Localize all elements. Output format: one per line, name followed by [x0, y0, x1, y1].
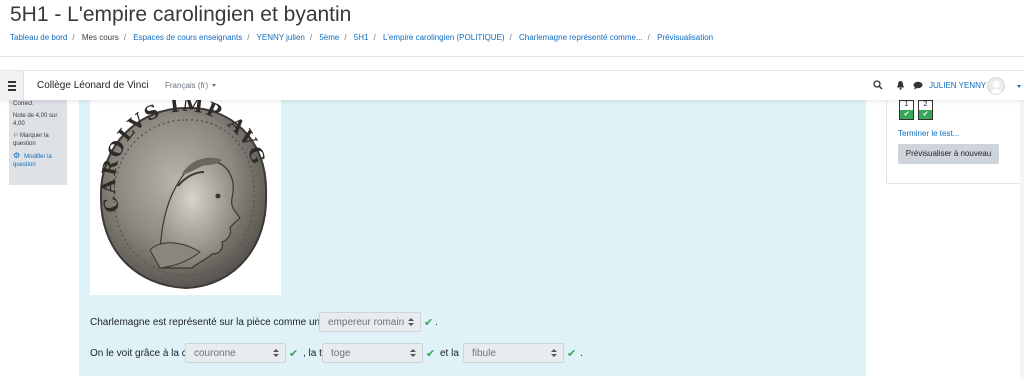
breadcrumb-separator: /	[309, 33, 313, 42]
caret-down-icon	[212, 84, 217, 88]
breadcrumb-5eme[interactable]: 5ème	[319, 33, 339, 42]
line1-prefix: Charlemagne est représenté sur la pièce …	[90, 317, 321, 328]
page-title: 5H1 - L'empire carolingien et byantin	[10, 3, 352, 26]
menu-icon[interactable]	[0, 71, 24, 100]
breadcrumb-separator: /	[373, 33, 376, 42]
answer-select-2[interactable]: couronne	[185, 343, 286, 363]
quiz-nav-question-1[interactable]: 1 ✔	[899, 100, 914, 120]
select-arrows-icon	[273, 348, 279, 360]
breadcrumb-5h1[interactable]: 5H1	[354, 33, 369, 42]
breadcrumb-section[interactable]: L'empire carolingien (POLITIQUE)	[383, 33, 505, 42]
question-line-1: Charlemagne est représenté sur la pièce …	[90, 317, 320, 328]
avatar-icon[interactable]	[987, 77, 1005, 95]
page: 5H1 - L'empire carolingien et byantin Ta…	[0, 0, 1024, 380]
page-header: 5H1 - L'empire carolingien et byantin Ta…	[0, 0, 1024, 57]
select-arrows-icon	[410, 348, 416, 360]
quiz-nav-question-number: 1	[904, 101, 909, 108]
line2-suffix: .	[580, 348, 583, 359]
preview-again-button[interactable]: Prévisualiser à nouveau	[898, 144, 999, 164]
check-icon: ✔	[919, 110, 932, 119]
charlemagne-coin-image: CAROLVS IMP AVG	[98, 100, 268, 290]
breadcrumb-separator: /	[72, 33, 75, 42]
check-icon: ✔	[424, 317, 434, 329]
flag-question[interactable]: ⚐ Marquer la question	[13, 132, 63, 148]
answer-select-3-value: toge	[331, 348, 351, 359]
breadcrumb-separator: /	[344, 33, 347, 42]
gear-icon: ⚙	[13, 151, 21, 160]
search-icon[interactable]	[873, 80, 883, 90]
breadcrumb-separator: /	[647, 33, 650, 42]
scrollbar[interactable]	[1020, 100, 1024, 380]
chat-icon[interactable]	[913, 81, 923, 90]
line2-prefix: On le voit grâce à la c	[90, 348, 187, 359]
end-test-link[interactable]: Terminer le test...	[898, 129, 959, 138]
breadcrumb-separator: /	[247, 33, 250, 42]
site-name[interactable]: Collège Léonard de Vinci	[37, 80, 149, 91]
edit-question-link[interactable]: ⚙ Modifier la question	[13, 152, 63, 169]
breadcrumb-separator: /	[123, 33, 126, 42]
quiz-navigation-panel: 1 ✔ 2 ✔ Terminer le test... Prévisualise…	[886, 100, 1024, 184]
question-line-2: On le voit grâce à la c	[90, 348, 187, 359]
answer-select-2-value: couronne	[194, 348, 236, 359]
navbar: Collège Léonard de Vinci Français (fr) J…	[0, 70, 1024, 100]
question-grade: Note de 4,00 sur 4,00	[13, 113, 58, 127]
breadcrumb-yenny-julien[interactable]: YENNY julien	[257, 33, 305, 42]
user-menu-caret-icon[interactable]	[1017, 85, 1021, 88]
breadcrumb-teacher-spaces[interactable]: Espaces de cours enseignants	[133, 33, 242, 42]
select-arrows-icon	[408, 317, 414, 329]
answer-select-1-value: empereur romain	[328, 317, 405, 328]
coin-image: CAROLVS IMP AVG	[90, 100, 281, 295]
answer-select-4[interactable]: fibule	[463, 343, 564, 363]
check-icon: ✔	[289, 348, 299, 360]
line1-suffix: .	[435, 317, 438, 328]
user-name[interactable]: JULIEN YENNY	[929, 81, 986, 90]
question-info-panel: Correct Note de 4,00 sur 4,00 ⚐ Marquer …	[9, 100, 67, 185]
breadcrumb-preview[interactable]: Prévisualisation	[657, 33, 713, 42]
breadcrumb-dashboard[interactable]: Tableau de bord	[10, 33, 67, 42]
breadcrumb-my-courses[interactable]: Mes cours	[82, 33, 119, 42]
line2-middle2: et la	[440, 348, 459, 359]
line2-middle1: , la t	[303, 348, 322, 359]
language-label: Français (fr)	[165, 81, 209, 90]
question-status: Correct	[13, 101, 33, 107]
breadcrumb: Tableau de bord / Mes cours / Espaces de c…	[10, 33, 713, 42]
flag-icon: ⚐	[13, 133, 21, 139]
quiz-nav-question-number: 2	[923, 101, 928, 108]
question-content: CAROLVS IMP AVG Charlemagne est représen…	[79, 100, 866, 376]
check-icon: ✔	[426, 348, 436, 360]
answer-select-4-value: fibule	[472, 348, 496, 359]
select-arrows-icon	[551, 348, 557, 360]
language-menu[interactable]: Français (fr)	[165, 81, 217, 90]
quiz-nav-question-2[interactable]: 2 ✔	[918, 100, 933, 120]
answer-select-1[interactable]: empereur romain	[319, 312, 421, 332]
breadcrumb-separator: /	[509, 33, 512, 42]
bell-icon[interactable]	[896, 80, 905, 90]
breadcrumb-question[interactable]: Charlemagne représenté comme...	[519, 33, 643, 42]
check-icon: ✔	[900, 110, 913, 119]
answer-select-3[interactable]: toge	[322, 343, 423, 363]
check-icon: ✔	[567, 348, 577, 360]
